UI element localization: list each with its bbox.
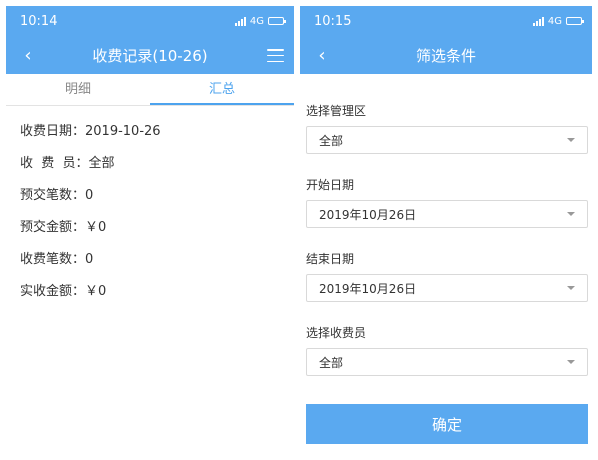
tab-summary[interactable]: 汇总	[150, 74, 294, 105]
network-type: 4G	[547, 15, 562, 27]
battery-icon	[268, 17, 286, 25]
summary-charge-count: 收费笔数：0	[20, 252, 94, 267]
start-date-select[interactable]: 2019年10月26日	[306, 200, 588, 228]
summary-actual-amount: 实收金额：￥0	[20, 284, 107, 299]
summary-prepay-count: 预交笔数：0	[20, 188, 94, 203]
filter-form: 选择管理区 全部 开始日期 2019年10月26日 结束日期 2019年10月2…	[300, 74, 592, 398]
page-title: 收费记录(10-26)	[92, 46, 208, 65]
management-area-select[interactable]: 全部	[306, 126, 588, 154]
confirm-button[interactable]: 确定	[306, 404, 588, 444]
summary-collector: 收 费 员：全部	[20, 156, 115, 171]
status-indicators: 4G	[532, 15, 584, 27]
back-icon[interactable]: ‹	[310, 36, 334, 74]
field-label: 开始日期	[306, 178, 355, 192]
summary-date: 收费日期：2019-10-26	[20, 124, 161, 139]
select-value: 全部	[319, 133, 344, 148]
filter-screen: 10:15 4G ‹ 筛选条件 选择管理区 全部 开始日期 2019年10月26…	[300, 6, 592, 460]
dropdown-caret-icon	[567, 138, 575, 142]
status-indicators: 4G	[234, 15, 286, 27]
field-label: 结束日期	[306, 252, 355, 266]
collector-select[interactable]: 全部	[306, 348, 588, 376]
status-bar: 10:14 4G	[6, 6, 294, 36]
battery-icon	[566, 17, 584, 25]
select-value: 2019年10月26日	[319, 281, 417, 296]
field-collector: 选择收费员 全部	[300, 324, 592, 398]
field-start-date: 开始日期 2019年10月26日	[300, 176, 592, 250]
nav-bar: ‹ 筛选条件	[300, 36, 592, 74]
dropdown-caret-icon	[567, 286, 575, 290]
field-end-date: 结束日期 2019年10月26日	[300, 250, 592, 324]
network-type: 4G	[249, 15, 264, 27]
nav-bar: ‹ 收费记录(10-26)	[6, 36, 294, 74]
field-management-area: 选择管理区 全部	[300, 102, 592, 176]
dropdown-caret-icon	[567, 360, 575, 364]
tab-detail[interactable]: 明细	[6, 74, 150, 105]
back-icon[interactable]: ‹	[16, 36, 40, 74]
menu-icon[interactable]	[267, 49, 284, 62]
select-value: 全部	[319, 355, 344, 370]
select-value: 2019年10月26日	[319, 207, 417, 222]
summary-prepay-amount: 预交金额：￥0	[20, 220, 107, 235]
field-label: 选择收费员	[306, 326, 367, 340]
field-label: 选择管理区	[306, 104, 367, 118]
dropdown-caret-icon	[567, 212, 575, 216]
summary-screen: 10:14 4G ‹ 收费记录(10-26) 明细 汇总 收费日期：2019-1…	[6, 6, 294, 460]
page-title: 筛选条件	[415, 46, 476, 65]
tab-bar: 明细 汇总	[6, 74, 294, 106]
status-time: 10:15	[314, 13, 352, 29]
signal-icon	[532, 16, 544, 26]
summary-list: 收费日期：2019-10-26 收 费 员：全部 预交笔数：0 预交金额：￥0 …	[6, 106, 294, 316]
status-bar: 10:15 4G	[300, 6, 592, 36]
end-date-select[interactable]: 2019年10月26日	[306, 274, 588, 302]
signal-icon	[234, 16, 246, 26]
status-time: 10:14	[20, 13, 58, 29]
